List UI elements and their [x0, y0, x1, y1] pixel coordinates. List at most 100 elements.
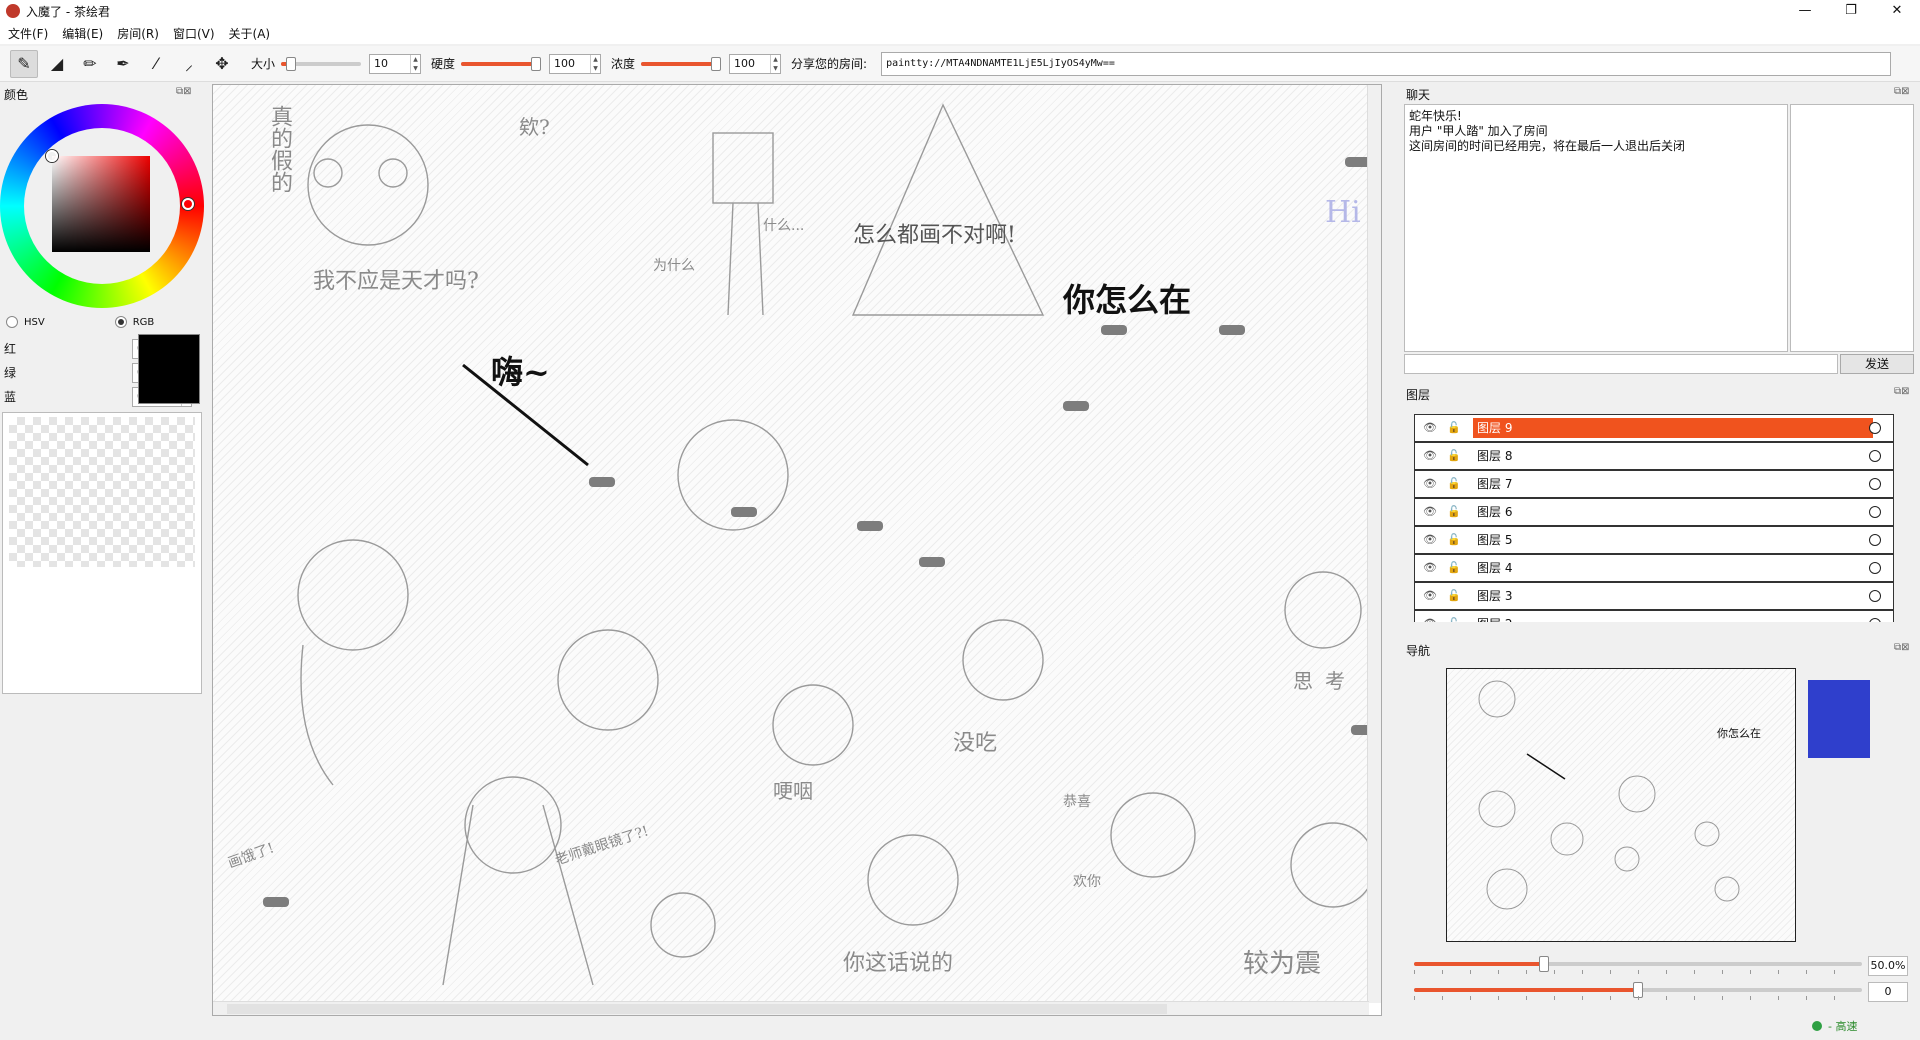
- sv-picker-handle[interactable]: [46, 150, 58, 162]
- layer-row-4[interactable]: 👁 🔓 图层 4: [1414, 554, 1894, 582]
- color-panel-float-icon[interactable]: ⧉⊠: [176, 86, 192, 97]
- layer-row-3[interactable]: 👁 🔓 图层 3: [1414, 582, 1894, 610]
- layer-row-5[interactable]: 👁 🔓 图层 5: [1414, 526, 1894, 554]
- menu-file[interactable]: 文件(F): [8, 25, 48, 42]
- hsv-radio[interactable]: [6, 316, 18, 328]
- lock-icon[interactable]: 🔓: [1445, 421, 1463, 435]
- zoom-slider[interactable]: [1414, 956, 1862, 974]
- sketch-small-chibi: [650, 892, 716, 958]
- layer-select-radio[interactable]: [1869, 422, 1881, 434]
- rotation-value[interactable]: 0: [1868, 982, 1908, 1002]
- eraser-tool-button[interactable]: ◢: [43, 50, 71, 78]
- blue-label: 蓝: [4, 390, 17, 404]
- rotation-slider[interactable]: [1414, 982, 1862, 1000]
- hue-picker-handle[interactable]: [182, 198, 194, 210]
- close-button[interactable]: ✕: [1874, 0, 1920, 22]
- red-label: 红: [4, 342, 17, 356]
- color-swatch-area[interactable]: [2, 412, 202, 694]
- marker-tool-button[interactable]: ⁄: [142, 50, 170, 78]
- navigator-viewport-frame[interactable]: [1446, 668, 1796, 942]
- menu-bar: 文件(F) 编辑(E) 房间(R) 窗口(V) 关于(A): [0, 22, 1920, 44]
- sketch-chibi-1: [772, 684, 854, 766]
- saturation-value-square[interactable]: [52, 156, 150, 252]
- drawing-canvas[interactable]: 真的假的 我不应是天才吗? 欸? 什么... 为什么 怎么都画不对啊! 你怎么在…: [213, 85, 1381, 1003]
- hardness-slider[interactable]: [461, 56, 542, 71]
- hardness-slider-handle[interactable]: [531, 56, 542, 71]
- connection-status-dot-icon: [1812, 1021, 1822, 1031]
- user-cursor-tag: [731, 507, 757, 517]
- opacity-slider-handle[interactable]: [711, 56, 722, 71]
- eye-icon[interactable]: 👁: [1421, 477, 1439, 491]
- canvas-text-12: 哽咽: [773, 779, 813, 803]
- hardness-spinbox[interactable]: 100 ▲ ▼: [549, 53, 602, 74]
- lock-icon[interactable]: 🔓: [1445, 617, 1463, 622]
- move-tool-button[interactable]: ✥: [208, 50, 236, 78]
- eye-icon[interactable]: 👁: [1421, 533, 1439, 547]
- send-button[interactable]: 发送: [1840, 354, 1914, 374]
- layer-select-radio[interactable]: [1869, 534, 1881, 546]
- layers-panel-float-icon[interactable]: ⧉⊠: [1894, 386, 1910, 397]
- sketch-chibi-3: [1110, 792, 1196, 878]
- layer-row-6[interactable]: 👁 🔓 图层 6: [1414, 498, 1894, 526]
- layer-select-radio[interactable]: [1869, 478, 1881, 490]
- eye-icon[interactable]: 👁: [1421, 589, 1439, 603]
- layer-select-radio[interactable]: [1869, 590, 1881, 602]
- chat-input[interactable]: [1404, 354, 1838, 374]
- eye-icon[interactable]: 👁: [1421, 617, 1439, 622]
- zoom-value[interactable]: 50.0%: [1868, 956, 1908, 976]
- pen-tool-button[interactable]: ✎: [10, 49, 38, 78]
- pencil-tool-button[interactable]: ✏: [76, 50, 104, 78]
- user-cursor-tag: [919, 557, 945, 567]
- canvas-viewport[interactable]: 真的假的 我不应是天才吗? 欸? 什么... 为什么 怎么都画不对啊! 你怎么在…: [212, 84, 1382, 1016]
- size-spin-arrows-icon[interactable]: ▲ ▼: [410, 54, 420, 73]
- minimize-button[interactable]: —: [1782, 0, 1828, 22]
- navigator-panel-float-icon[interactable]: ⧉⊠: [1894, 642, 1910, 653]
- chat-panel-float-icon[interactable]: ⧉⊠: [1894, 86, 1910, 97]
- lock-icon[interactable]: 🔓: [1445, 589, 1463, 603]
- size-slider[interactable]: [281, 56, 362, 71]
- layer-row-7[interactable]: 👁 🔓 图层 7: [1414, 470, 1894, 498]
- menu-window[interactable]: 窗口(V): [173, 25, 215, 42]
- opacity-spin-arrows-icon[interactable]: ▲ ▼: [770, 54, 780, 73]
- size-spinbox[interactable]: 10 ▲ ▼: [369, 53, 422, 74]
- airbrush-tool-button[interactable]: ⸝: [175, 50, 203, 78]
- title-bar: 入魔了 - 茶绘君 — ❐ ✕: [0, 0, 1920, 22]
- maximize-button[interactable]: ❐: [1828, 0, 1874, 22]
- opacity-spinbox[interactable]: 100 ▲ ▼: [729, 53, 782, 74]
- layer-row-9[interactable]: 👁 🔓 图层 9: [1414, 414, 1894, 442]
- menu-about[interactable]: 关于(A): [229, 25, 271, 42]
- navigator-panel-title: 导航: [1406, 644, 1431, 658]
- canvas-horizontal-scroll-thumb[interactable]: [227, 1004, 1167, 1014]
- brush-tool-button[interactable]: ✒: [109, 50, 137, 78]
- lock-icon[interactable]: 🔓: [1445, 533, 1463, 547]
- eye-icon[interactable]: 👁: [1421, 561, 1439, 575]
- lock-icon[interactable]: 🔓: [1445, 505, 1463, 519]
- eye-icon[interactable]: 👁: [1421, 449, 1439, 463]
- opacity-slider[interactable]: [641, 56, 722, 71]
- share-room-field[interactable]: paintty://MTA4NDNAMTE1LjE5LjIyOS4yMw==: [881, 51, 1892, 76]
- layer-select-radio[interactable]: [1869, 450, 1881, 462]
- layer-select-radio[interactable]: [1869, 618, 1881, 622]
- layer-row-8[interactable]: 👁 🔓 图层 8: [1414, 442, 1894, 470]
- layer-row-2[interactable]: 👁 🔓 图层 2: [1414, 610, 1894, 622]
- rgb-radio[interactable]: [114, 316, 127, 328]
- layers-scrollbar[interactable]: [1896, 414, 1908, 622]
- lock-icon[interactable]: 🔓: [1445, 477, 1463, 491]
- user-cursor-tag: [1101, 325, 1127, 335]
- sketch-head-1: [307, 124, 429, 246]
- layer-select-radio[interactable]: [1869, 562, 1881, 574]
- lock-icon[interactable]: 🔓: [1445, 561, 1463, 575]
- lock-icon[interactable]: 🔓: [1445, 449, 1463, 463]
- user-cursor-tag: [857, 521, 883, 531]
- canvas-vertical-scrollbar[interactable]: [1367, 85, 1381, 1003]
- menu-edit[interactable]: 编辑(E): [62, 25, 103, 42]
- sketch-chibi-2: [962, 619, 1044, 701]
- canvas-horizontal-scrollbar[interactable]: [213, 1001, 1369, 1015]
- eye-icon[interactable]: 👁: [1421, 421, 1439, 435]
- size-slider-handle[interactable]: [285, 56, 296, 71]
- eye-icon[interactable]: 👁: [1421, 505, 1439, 519]
- layer-name: 图层 6: [1477, 505, 1513, 519]
- menu-room[interactable]: 房间(R): [117, 25, 159, 42]
- layer-select-radio[interactable]: [1869, 506, 1881, 518]
- hardness-spin-arrows-icon[interactable]: ▲ ▼: [590, 54, 600, 73]
